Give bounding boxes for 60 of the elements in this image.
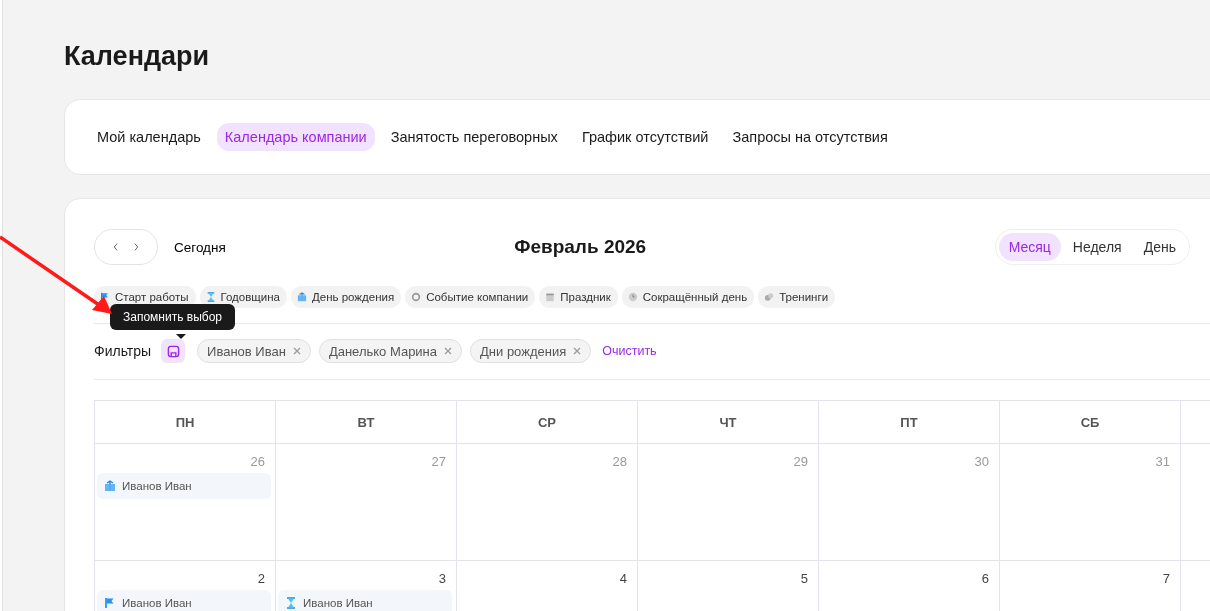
weekday-header: ВТ <box>276 401 457 444</box>
speech-bubbles-icon <box>764 292 775 302</box>
hourglass-icon <box>285 597 297 609</box>
day-number: 4 <box>619 571 627 587</box>
tooltip: Запомнить выбор <box>110 304 235 330</box>
filter-chip: Иванов Иван <box>197 339 311 363</box>
day-number: 26 <box>250 454 265 470</box>
gift-icon <box>296 292 307 302</box>
page-title: Календари <box>64 40 211 73</box>
tab[interactable]: График отсутствий <box>573 123 717 151</box>
month-title: Февраль 2026 <box>513 236 648 258</box>
gift-icon <box>104 480 116 492</box>
filters-label: Фильтры <box>94 343 152 359</box>
tab[interactable]: Мой календарь <box>89 123 209 151</box>
weekday-header: ПН <box>95 401 276 444</box>
day-number: 5 <box>800 571 808 587</box>
legend-chip: День рождения <box>290 286 402 308</box>
weekday-header: ЧТ <box>638 401 819 444</box>
day-number: 28 <box>612 454 627 470</box>
event-chip[interactable]: Иванов Иван <box>97 473 271 499</box>
day-number: 3 <box>438 571 446 587</box>
close-icon[interactable] <box>444 347 453 355</box>
filter-chip: Дни рождения <box>470 339 592 363</box>
tab[interactable]: Занятость переговорных <box>382 123 566 151</box>
weekday-header: ПТ <box>819 401 1000 444</box>
close-icon[interactable] <box>292 347 301 355</box>
legend-chip: Годовщина <box>199 286 287 308</box>
day-number: 2 <box>257 571 265 587</box>
clear-link[interactable]: Очистить <box>599 344 657 358</box>
tab[interactable]: Запросы на отсутствия <box>724 123 896 151</box>
view-tab[interactable]: Месяц <box>998 233 1061 261</box>
event-chip[interactable]: Иванов Иван <box>97 590 271 611</box>
day-number: 27 <box>431 454 446 470</box>
legend-chip: Событие компании <box>405 286 536 308</box>
legend-chip: Праздник <box>539 286 618 308</box>
day-number: 30 <box>974 454 989 470</box>
weekday-header: СБ <box>1000 401 1181 444</box>
day-number: 29 <box>793 454 808 470</box>
tooltip-pointer <box>176 334 186 339</box>
flag-icon <box>104 597 116 609</box>
day-number: 6 <box>981 571 989 587</box>
day-number: 7 <box>1162 571 1170 587</box>
event-chip[interactable]: Иванов Иван <box>278 590 452 611</box>
view-tab[interactable]: День <box>1133 233 1186 261</box>
calendar-icon <box>545 292 556 302</box>
weekday-header: СР <box>457 401 638 444</box>
ring-icon <box>411 292 422 302</box>
chevron-right-icon <box>132 240 140 254</box>
close-icon[interactable] <box>573 347 582 355</box>
save-button[interactable] <box>161 339 186 363</box>
tab[interactable]: Календарь компании <box>216 123 375 151</box>
legend-chip: Сокращённый день <box>621 286 755 308</box>
filter-chip: Данелько Марина <box>318 339 463 363</box>
view-tab[interactable]: Неделя <box>1062 233 1132 261</box>
day-number: 31 <box>1155 454 1170 470</box>
hourglass-icon <box>205 292 216 302</box>
chevron-left-icon <box>112 240 120 254</box>
clock-icon <box>627 292 638 302</box>
legend-chip: Тренинги <box>758 286 836 308</box>
today-button[interactable]: Сегодня <box>174 239 226 255</box>
